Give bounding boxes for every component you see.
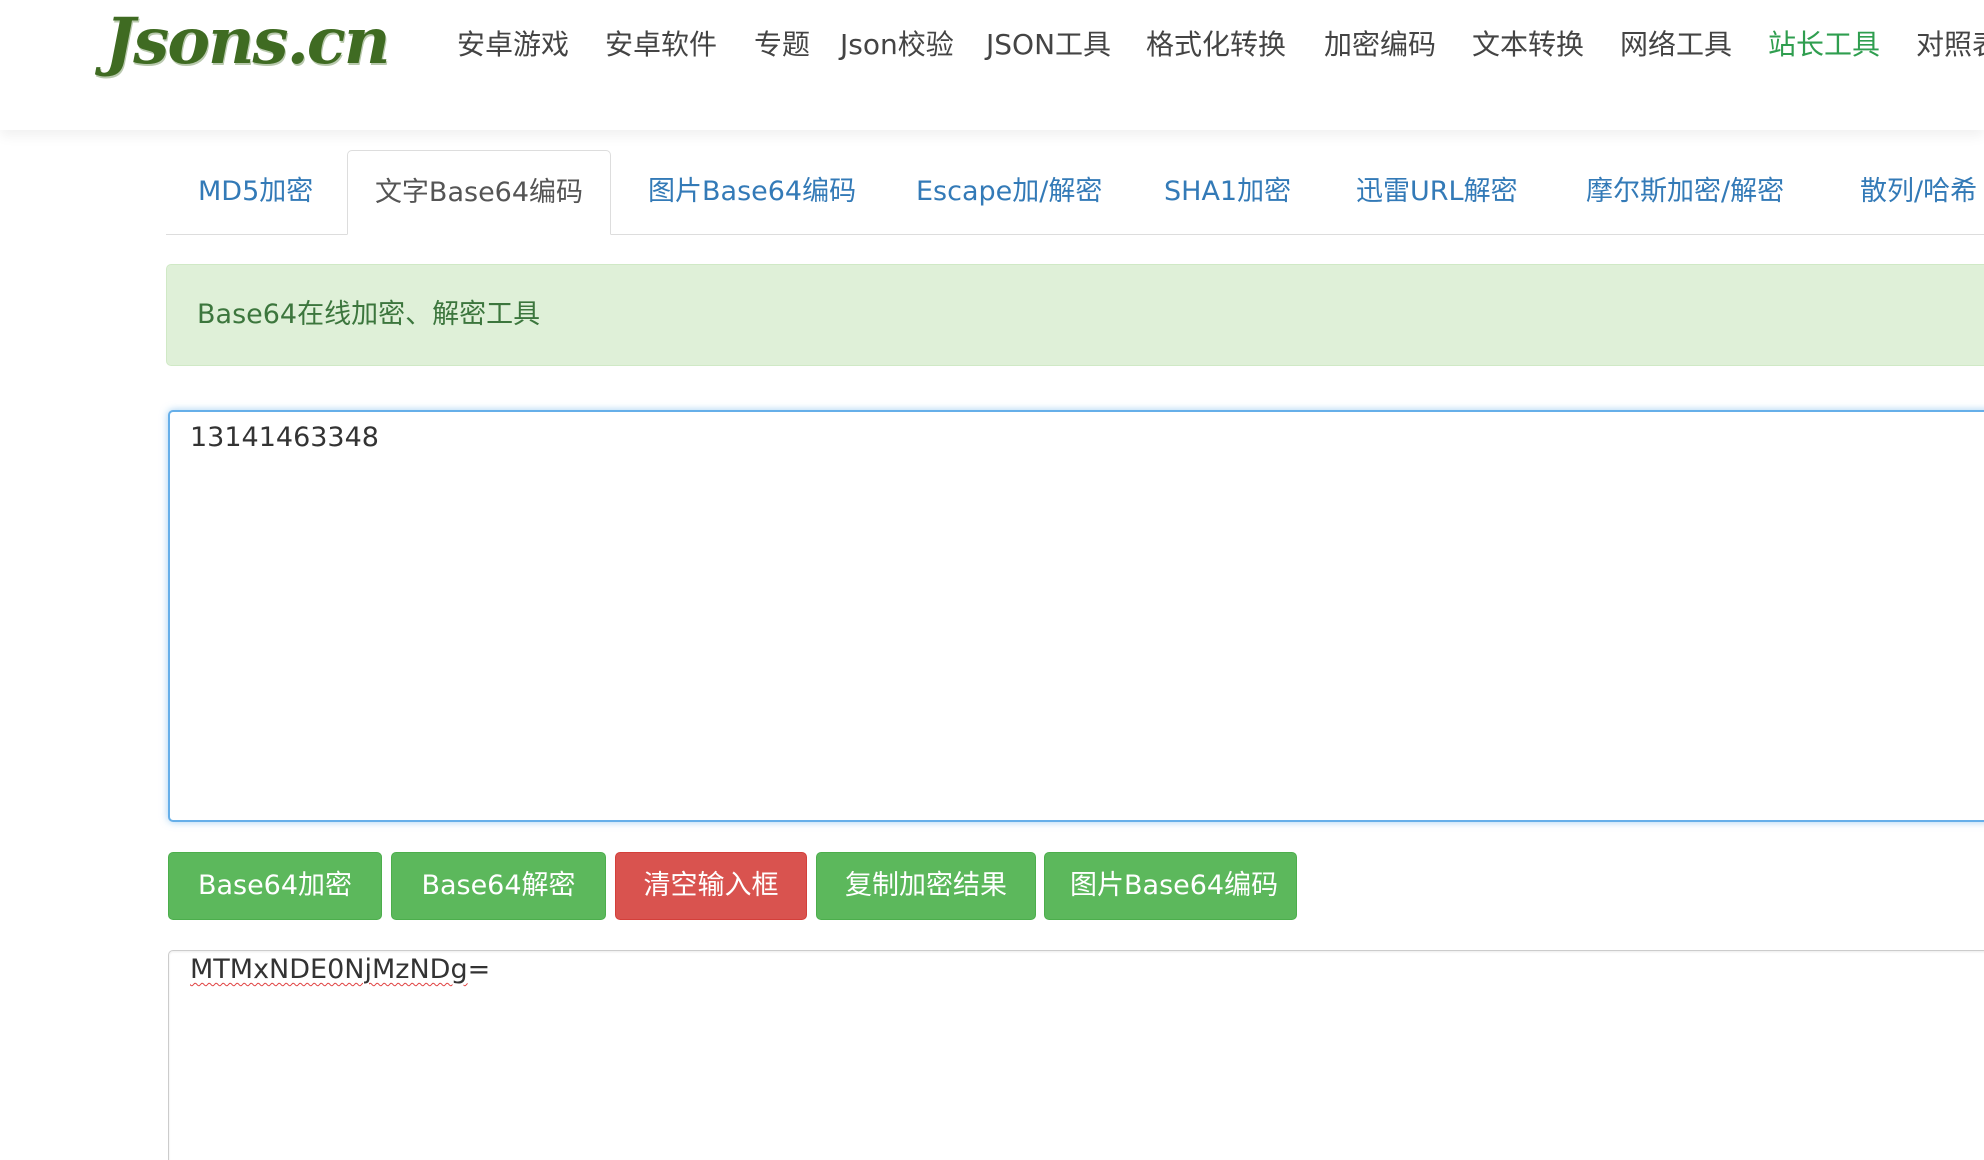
tab-morse[interactable]: 摩尔斯加密/解密 (1586, 150, 1784, 233)
nav-item-android-games[interactable]: 安卓游戏 (457, 22, 569, 68)
nav-item-format-convert[interactable]: 格式化转换 (1146, 22, 1286, 68)
main-nav: 安卓游戏 安卓软件 专题 Json校验 JSON工具 格式化转换 加密编码 文本… (0, 22, 1984, 68)
tab-text-base64[interactable]: 文字Base64编码 (347, 150, 611, 235)
base64-encode-button[interactable]: Base64加密 (168, 852, 382, 920)
input-textarea[interactable]: 13141463348 (168, 410, 1984, 822)
image-base64-button[interactable]: 图片Base64编码 (1044, 852, 1297, 920)
copy-result-button[interactable]: 复制加密结果 (816, 852, 1036, 920)
nav-item-topics[interactable]: 专题 (754, 22, 810, 68)
tab-image-base64[interactable]: 图片Base64编码 (648, 150, 856, 233)
info-alert: Base64在线加密、解密工具 (166, 264, 1984, 366)
tab-md5[interactable]: MD5加密 (198, 150, 313, 233)
nav-item-json-tools[interactable]: JSON工具 (986, 22, 1111, 68)
base64-decode-button[interactable]: Base64解密 (391, 852, 606, 920)
nav-item-reference-tables[interactable]: 对照表 (1916, 22, 1984, 68)
tab-hash[interactable]: 散列/哈希 (1860, 150, 1977, 233)
nav-item-android-software[interactable]: 安卓软件 (605, 22, 717, 68)
clear-input-button[interactable]: 清空输入框 (615, 852, 807, 920)
tab-thunder-url[interactable]: 迅雷URL解密 (1356, 150, 1518, 233)
tool-tabs: MD5加密 文字Base64编码 图片Base64编码 Escape加/解密 S… (166, 150, 1984, 235)
nav-item-webmaster-tools[interactable]: 站长工具 (1768, 22, 1880, 68)
output-value-suffix: = (467, 954, 491, 985)
site-header: Jsons.cn 安卓游戏 安卓软件 专题 Json校验 JSON工具 格式化转… (0, 0, 1984, 130)
output-value-main: MTMxNDE0NjMzNDg (190, 954, 468, 985)
alert-text: Base64在线加密、解密工具 (197, 299, 541, 330)
nav-item-network-tools[interactable]: 网络工具 (1620, 22, 1732, 68)
tab-sha1[interactable]: SHA1加密 (1164, 150, 1291, 233)
output-value: MTMxNDE0NjMzNDg= (190, 952, 490, 988)
page: Jsons.cn 安卓游戏 安卓软件 专题 Json校验 JSON工具 格式化转… (0, 0, 1984, 1160)
tab-escape[interactable]: Escape加/解密 (916, 150, 1102, 233)
nav-item-json-validate[interactable]: Json校验 (840, 22, 954, 68)
nav-item-encrypt-encode[interactable]: 加密编码 (1324, 22, 1436, 68)
nav-item-text-convert[interactable]: 文本转换 (1472, 22, 1584, 68)
